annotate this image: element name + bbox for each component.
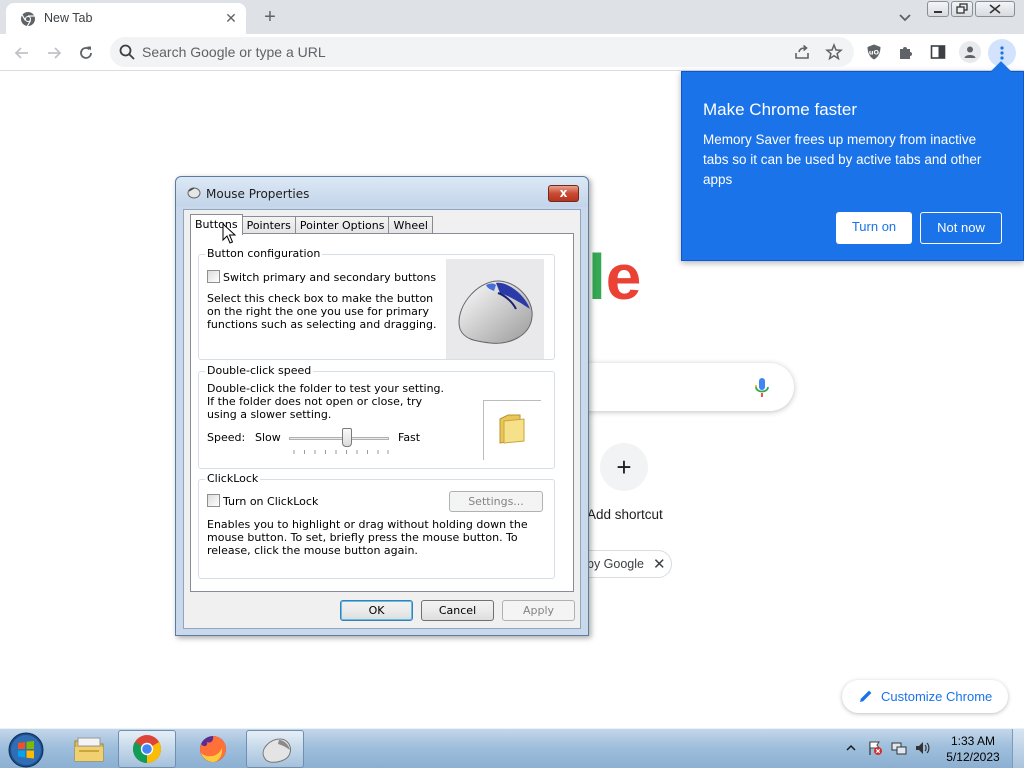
clicklock-description: Enables you to highlight or drag without… [207,518,528,557]
turn-on-button[interactable]: Turn on [836,212,912,244]
slow-label: Slow [255,431,281,444]
dialog-client: Buttons Pointers Pointer Options Wheel B… [183,209,581,629]
chip-text: by Google [587,557,644,571]
cancel-button[interactable]: Cancel [421,600,494,621]
button-config-description: Select this check box to make the button… [207,292,437,331]
google-logo: le [588,241,642,313]
network-icon[interactable] [890,739,908,757]
share-icon[interactable] [792,42,812,62]
folder-icon[interactable] [498,413,526,445]
mouse-icon [187,187,201,199]
restore-button[interactable] [951,1,973,17]
group-label: ClickLock [205,472,261,485]
bubble-body: Memory Saver frees up memory from inacti… [703,132,982,187]
window-controls [927,1,1015,17]
reload-icon[interactable] [75,42,97,64]
search-icon [119,44,135,60]
new-tab-button[interactable]: + [258,5,282,29]
apply-button[interactable]: Apply [502,600,575,621]
voice-search-mic-icon[interactable] [752,377,772,399]
fast-label: Fast [398,431,421,444]
clicklock-checkbox-label[interactable]: Turn on ClickLock [223,495,318,508]
show-desktop-button[interactable] [1012,729,1024,768]
slider-ticks [293,450,389,454]
clicklock-checkbox[interactable] [207,494,220,507]
extensions-puzzle-icon[interactable] [896,42,916,62]
volume-icon[interactable] [913,739,931,757]
group-label: Button configuration [205,247,323,260]
tab-close-icon[interactable]: ✕ [222,9,240,27]
chrome-icon [21,12,35,27]
show-hidden-icons[interactable] [842,739,860,757]
mouse-properties-dialog: Mouse Properties x Buttons Pointers Poin… [175,176,589,636]
double-click-description: Double-click the folder to test your set… [207,382,445,421]
dialog-title: Mouse Properties [206,187,310,201]
test-folder-area[interactable] [483,400,541,460]
bookmark-star-icon[interactable] [824,42,844,62]
tab-strip: New Tab ✕ + [0,0,1024,34]
group-label: Double-click speed [205,364,314,377]
speed-slider-track[interactable] [289,437,389,440]
ok-button[interactable]: OK [340,600,413,621]
dialog-titlebar[interactable]: Mouse Properties x [176,177,588,207]
switch-buttons-checkbox[interactable] [207,270,220,283]
switch-buttons-label[interactable]: Switch primary and secondary buttons [223,271,436,284]
taskbar-firefox-icon[interactable] [184,730,242,768]
taskbar-mouse-properties-icon[interactable] [246,730,304,768]
minimize-button[interactable] [927,1,949,17]
tab-wheel[interactable]: Wheel [388,216,433,234]
start-button[interactable] [6,731,46,768]
clicklock-settings-button[interactable]: Settings... [449,491,543,512]
customize-chrome-button[interactable]: Customize Chrome [842,680,1008,713]
dialog-close-button[interactable]: x [548,185,579,202]
action-center-flag-icon[interactable] [866,739,884,757]
clock-date: 5/12/2023 [946,750,1000,764]
forward-icon[interactable] [43,42,65,64]
memory-saver-promo-bubble: Make Chrome faster Memory Saver frees up… [681,61,1024,261]
mouse-cursor-icon [222,223,236,244]
svg-text:uO: uO [869,49,880,57]
side-panel-icon[interactable] [928,42,948,62]
not-now-button[interactable]: Not now [920,212,1002,244]
bubble-title: Make Chrome faster [703,100,857,119]
taskbar-file-explorer-icon[interactable] [60,730,118,768]
mouse-illustration [446,259,544,359]
customize-chrome-label: Customize Chrome [881,689,993,704]
tab-search-icon[interactable] [894,6,916,28]
clicklock-group: ClickLock Turn on ClickLock Settings... … [198,472,555,579]
profile-avatar-icon[interactable] [959,41,981,63]
ublock-extension-icon[interactable]: uO [864,42,884,62]
tab-pointer-options[interactable]: Pointer Options [294,216,390,234]
pencil-icon [860,690,872,702]
buttons-tab-panel: Button configuration Switch primary and … [190,233,574,592]
tab-pointers[interactable]: Pointers [241,216,296,234]
windows-taskbar: 1:33 AM 5/12/2023 [0,728,1024,768]
clock-time: 1:33 AM [950,734,996,748]
speed-label: Speed: [207,431,246,444]
tab-new-tab[interactable]: New Tab ✕ [6,3,246,34]
tab-title: New Tab [44,11,93,25]
window-close-button[interactable] [975,1,1015,17]
button-configuration-group: Button configuration Switch primary and … [198,247,555,360]
system-clock[interactable]: 1:33 AM 5/12/2023 [940,733,1006,765]
omnibox[interactable]: Search Google or type a URL [110,37,854,67]
taskbar-chrome-icon[interactable] [118,730,176,768]
chip-close-icon[interactable]: ✕ [653,555,666,573]
back-icon[interactable] [11,42,33,64]
toolbar: Search Google or type a URL uO [0,34,1024,71]
add-shortcut-button[interactable]: + [600,443,648,491]
double-click-speed-group: Double-click speed Double-click the fold… [198,364,555,469]
speed-slider-thumb[interactable] [342,428,352,447]
omnibox-placeholder: Search Google or type a URL [142,44,326,60]
add-shortcut-label[interactable]: Add shortcut [587,507,663,522]
